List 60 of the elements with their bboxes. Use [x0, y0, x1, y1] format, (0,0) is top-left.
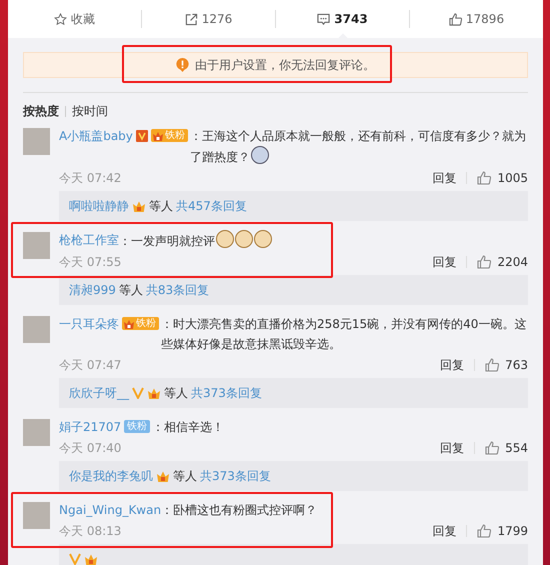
comment-time: 今天 07:42 — [59, 170, 122, 186]
username-link[interactable]: 娟子21707 — [59, 417, 122, 437]
reply-button[interactable]: 回复 — [432, 170, 456, 186]
others-label: 等人 — [173, 468, 197, 484]
fan-badge: 铁粉 — [124, 420, 150, 433]
emoji-icon — [235, 230, 253, 248]
emoji-icon — [254, 230, 272, 248]
comment-text: ：时大漂亮售卖的直播价格为258元15碗，并没有网传的40一碗。这些媒体好像是故意抹黑诋毁辛选。 — [161, 316, 528, 353]
sort-tab[interactable]: 按时间 — [72, 103, 108, 120]
avatar-placeholder[interactable] — [23, 232, 50, 259]
username-link[interactable]: 一只耳朵疼 — [59, 314, 119, 334]
emoji-icon — [216, 230, 234, 248]
notice-text: 由于用户设置，你无法回复评论。 — [195, 56, 375, 74]
avatar-placeholder[interactable] — [23, 502, 50, 529]
thumbs-up-icon — [477, 255, 492, 269]
star-icon — [54, 12, 67, 26]
comment-time: 今天 07:55 — [59, 254, 122, 270]
comment-text: ：王海这个人品原本就一般般，还有前科，可信度有多少？就为了蹭热度？ — [190, 128, 527, 166]
thumbs-up-icon — [485, 358, 500, 372]
username-link[interactable]: Ngai_Wing_Kwan — [59, 500, 162, 520]
action-button[interactable]: 1276 — [142, 0, 275, 38]
username-link[interactable]: A小瓶盖baby — [59, 126, 133, 146]
reply-button[interactable]: 回复 — [440, 356, 464, 374]
others-label: 等人 — [149, 198, 173, 214]
comment-time: 今天 08:13 — [59, 522, 122, 540]
emoji-icon — [250, 146, 269, 164]
others-label: 等人 — [164, 384, 188, 402]
warning-icon — [176, 58, 189, 72]
like-button[interactable]: 763 — [485, 358, 528, 372]
comment-text: ：卧槽这也有粉圈式控评啊？ — [161, 502, 318, 519]
like-button[interactable]: 1005 — [477, 171, 528, 185]
action-button[interactable]: 3743 — [276, 0, 409, 38]
crown-icon — [152, 130, 164, 142]
sort-tab[interactable]: 按热度 — [23, 103, 59, 120]
thumbs-up-icon — [477, 171, 492, 185]
avatar-placeholder[interactable] — [23, 128, 50, 155]
thumbs-up-icon — [448, 12, 462, 26]
like-button[interactable]: 2204 — [477, 255, 528, 269]
avatar-placeholder[interactable] — [23, 419, 50, 446]
fan-badge: 铁粉 — [150, 129, 188, 142]
others-label: 等人 — [118, 282, 143, 298]
action-button[interactable]: 17896 — [410, 0, 543, 38]
thumbs-up-icon — [477, 524, 492, 538]
comment-icon — [317, 12, 330, 26]
reply-button[interactable]: 回复 — [432, 254, 456, 270]
crown-icon — [123, 318, 135, 330]
comment-text: ：一发声明就控评 — [119, 230, 528, 251]
comment-text: ：相信辛选！ — [152, 419, 226, 436]
avatar-placeholder[interactable] — [23, 316, 50, 343]
comment-time: 今天 07:47 — [59, 356, 122, 374]
comment-time: 今天 07:40 — [59, 440, 122, 456]
share-icon — [184, 12, 198, 26]
reply-button[interactable]: 回复 — [432, 522, 456, 540]
action-button[interactable]: 收藏 — [8, 0, 141, 38]
like-button[interactable]: 554 — [485, 441, 528, 455]
reply-button[interactable]: 回复 — [440, 440, 464, 456]
fan-badge: 铁粉 — [122, 317, 159, 330]
thumbs-up-icon — [485, 441, 500, 455]
like-button[interactable]: 1799 — [477, 524, 528, 538]
username-link[interactable]: 枪枪工作室 — [59, 230, 119, 250]
